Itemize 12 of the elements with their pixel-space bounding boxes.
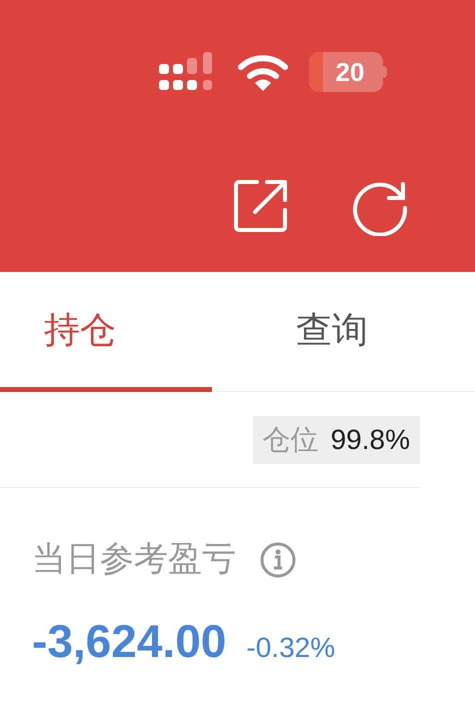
- position-label: 仓位: [262, 422, 319, 456]
- pnl-value: -3,624.00: [32, 614, 226, 669]
- battery-level: 20: [334, 56, 364, 88]
- battery-fill: [309, 52, 323, 92]
- pnl-percent: -0.32%: [246, 631, 336, 665]
- wifi-icon: [237, 53, 289, 91]
- share-icon[interactable]: [233, 178, 289, 234]
- tab[interactable]: 持仓: [0, 272, 212, 392]
- info-icon[interactable]: [260, 542, 296, 578]
- tab[interactable]: 查询: [212, 272, 475, 392]
- position-value: 99.8%: [330, 422, 410, 456]
- pnl-label: 当日参考盈亏: [32, 539, 236, 580]
